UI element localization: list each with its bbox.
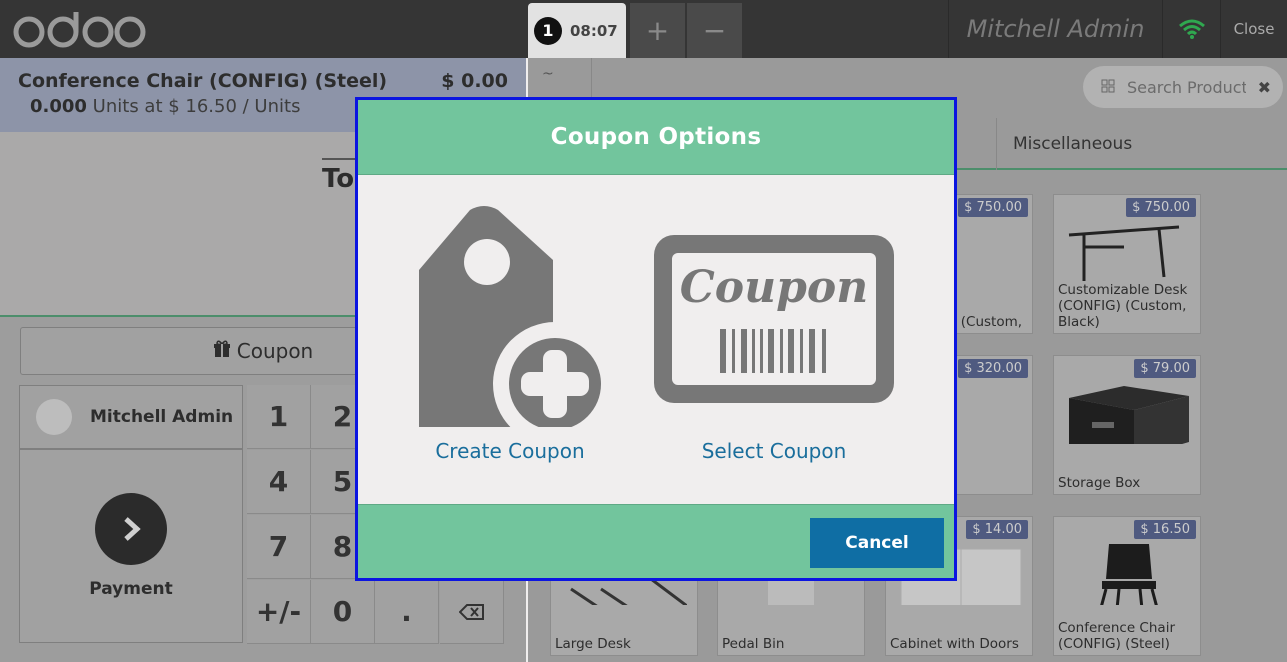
wifi-status[interactable] [1162, 0, 1220, 58]
ticket-number: 1 [534, 16, 562, 45]
minus-icon: − [702, 14, 727, 47]
order-ticket-tab[interactable]: 1 08:07 [528, 3, 626, 58]
wifi-icon [1178, 19, 1205, 39]
order-line-product: Conference Chair (CONFIG) (Steel) [18, 70, 388, 92]
create-coupon-option[interactable]: Create Coupon [415, 205, 605, 463]
odoo-logo [12, 8, 146, 50]
dialog-body: Create Coupon Coupon Select Coupon [358, 175, 954, 504]
order-line-quantity: 0.000 [30, 96, 87, 117]
tag-plus-icon [419, 206, 605, 427]
numpad-key-1[interactable]: 1 [247, 385, 311, 449]
top-header: 1 08:07 + − Mitchell Admin Close [0, 0, 1287, 58]
product-name: Conference Chair (CONFIG) (Steel) [1058, 620, 1175, 652]
product-card[interactable]: $ 79.00 Storage Box [1053, 355, 1201, 495]
avatar [36, 399, 72, 435]
dialog-footer: Cancel [358, 504, 954, 578]
select-coupon-label[interactable]: Select Coupon [702, 439, 847, 463]
search-box[interactable]: Search Products ✖ [1083, 66, 1283, 108]
numpad-key-0[interactable]: 0 [311, 580, 375, 644]
numpad-key-4[interactable]: 4 [247, 450, 311, 514]
cancel-button[interactable]: Cancel [810, 518, 944, 568]
product-price: $ 16.50 [1134, 520, 1196, 539]
search-input[interactable]: Search Products [1127, 78, 1246, 97]
create-coupon-label[interactable]: Create Coupon [435, 439, 584, 463]
cashier-name[interactable]: Mitchell Admin [948, 0, 1162, 58]
product-price: $ 750.00 [1126, 198, 1196, 217]
payment-button[interactable]: Payment [19, 449, 243, 643]
gift-icon [213, 339, 231, 363]
product-price: $ 750.00 [958, 198, 1028, 217]
product-price: $ 79.00 [1134, 359, 1196, 378]
dialog-title: Coupon Options [358, 100, 954, 175]
customer-button[interactable]: Mitchell Admin [19, 385, 243, 449]
product-name: Customizable Desk (CONFIG) (Custom, Blac… [1058, 282, 1188, 330]
coupon-ticket-icon: Coupon [654, 235, 894, 403]
product-price: $ 320.00 [958, 359, 1028, 378]
coupon-options-dialog: Coupon Options Create Coupon Coupon Sele… [355, 97, 957, 581]
product-image [1069, 386, 1189, 444]
product-price: $ 14.00 [966, 520, 1028, 539]
clear-search-icon[interactable]: ✖ [1258, 78, 1271, 97]
numpad-key-plus-minus[interactable]: +/- [247, 580, 311, 644]
coupon-button-label: Coupon [236, 339, 314, 363]
ticket-time: 08:07 [570, 21, 618, 40]
barcode-icon [1101, 78, 1115, 97]
product-card[interactable]: $ 16.50 Conference Chair (CONFIG) (Steel… [1053, 516, 1201, 656]
close-button[interactable]: Close [1220, 0, 1287, 58]
remove-order-button[interactable]: − [687, 3, 742, 58]
product-name: Storage Box [1058, 475, 1141, 491]
payment-label: Payment [89, 579, 173, 599]
product-image [1100, 544, 1158, 605]
product-image [1068, 225, 1180, 281]
order-line-unit-info: Units at $ 16.50 / Units [92, 96, 301, 117]
numpad-key-decimal[interactable]: . [375, 580, 439, 644]
coupon-graphic-text: Coupon [680, 262, 868, 313]
numpad-key-7[interactable]: 7 [247, 515, 311, 579]
category-miscellaneous[interactable]: Miscellaneous [996, 118, 1287, 170]
product-name: Pedal Bin [722, 636, 785, 652]
select-coupon-option[interactable]: Coupon Select Coupon [652, 205, 896, 463]
customer-name: Mitchell Admin [90, 407, 234, 427]
product-name: Cabinet with Doors [890, 636, 1019, 652]
numpad-backspace[interactable] [440, 580, 504, 644]
plus-icon: + [645, 14, 670, 47]
add-order-button[interactable]: + [630, 3, 685, 58]
product-name: Large Desk [555, 636, 631, 652]
chevron-right-icon [95, 493, 167, 565]
backspace-icon [458, 603, 484, 620]
product-card[interactable]: $ 750.00 Customizable Desk (CONFIG) (Cus… [1053, 194, 1201, 334]
order-line-price: $ 0.00 [441, 70, 508, 92]
